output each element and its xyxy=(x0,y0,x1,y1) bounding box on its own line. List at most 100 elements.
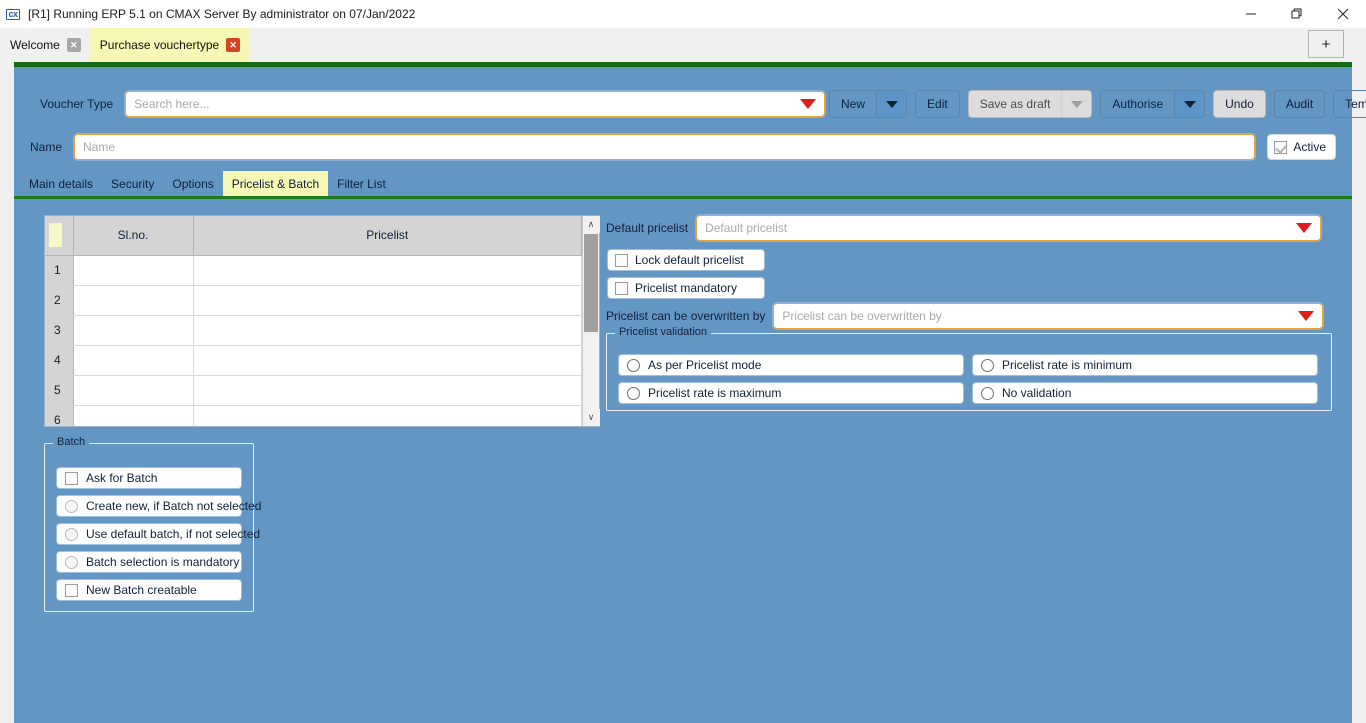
batch-group: Batch Ask for Batch Create new, if Batch… xyxy=(44,436,261,612)
voucher-type-combo[interactable]: Search here... xyxy=(125,91,826,117)
scroll-up-icon[interactable]: ∧ xyxy=(582,216,600,233)
row-number: 1 xyxy=(45,255,74,286)
tab-filter-list[interactable]: Filter List xyxy=(328,171,395,197)
pricelist-overwritten-label: Pricelist can be overwritten by xyxy=(606,309,766,323)
cell-slno[interactable] xyxy=(73,285,194,316)
cell-pricelist[interactable] xyxy=(193,405,582,426)
cell-pricelist[interactable] xyxy=(193,285,582,316)
cell-slno[interactable] xyxy=(73,375,194,406)
name-input[interactable]: Name xyxy=(74,134,1256,160)
radio-icon[interactable] xyxy=(65,555,78,569)
chevron-down-icon[interactable] xyxy=(1296,223,1313,233)
radio-icon[interactable] xyxy=(65,499,78,513)
column-header-pricelist[interactable]: Pricelist xyxy=(193,216,582,256)
checkbox-icon[interactable] xyxy=(65,583,78,597)
cell-slno[interactable] xyxy=(73,405,194,426)
grid-corner-marker xyxy=(49,223,62,248)
radio-batch-selection-is-mandatory[interactable]: Batch selection is mandatory xyxy=(56,551,242,573)
radio-pricelist-rate-is-minimum[interactable]: Pricelist rate is minimum xyxy=(972,354,1318,376)
minimize-icon[interactable] xyxy=(1228,0,1274,28)
authorise-button-label: Authorise xyxy=(1112,97,1164,111)
pricelist-overwritten-combo[interactable]: Pricelist can be overwritten by xyxy=(773,303,1324,329)
default-pricelist-placeholder: Default pricelist xyxy=(705,221,788,235)
save-as-draft-button[interactable]: Save as draft xyxy=(967,90,1093,118)
cell-slno[interactable] xyxy=(73,255,194,286)
pricelist-mandatory-checkbox[interactable]: Pricelist mandatory xyxy=(607,277,765,299)
cell-slno[interactable] xyxy=(73,345,194,376)
checkbox-icon[interactable] xyxy=(615,281,628,295)
checkbox-icon[interactable] xyxy=(65,471,78,485)
lock-default-pricelist-checkbox[interactable]: Lock default pricelist xyxy=(607,249,765,271)
radio-icon[interactable] xyxy=(627,386,640,400)
undo-button[interactable]: Undo xyxy=(1213,90,1266,118)
active-checkbox-label: Active xyxy=(1293,140,1326,154)
grid-vertical-scrollbar[interactable]: ∧ ∨ xyxy=(582,216,600,426)
title-bar: cx [R1] Running ERP 5.1 on CMAX Server B… xyxy=(0,0,1366,28)
checkbox-icon[interactable] xyxy=(1274,140,1288,154)
row-number: 4 xyxy=(45,345,74,376)
tab-underline xyxy=(14,196,1352,199)
section-tab-strip: Main details Security Options Pricelist … xyxy=(20,171,395,197)
template-button[interactable]: Template xyxy=(1333,90,1366,118)
chevron-down-icon xyxy=(1183,100,1196,108)
authorise-dropdown-toggle[interactable] xyxy=(1174,91,1205,117)
radio-icon[interactable] xyxy=(981,358,994,372)
cell-pricelist[interactable] xyxy=(193,315,582,346)
new-button-label: New xyxy=(841,97,866,111)
document-tab-purchase-vouchertype[interactable]: Purchase vouchertype ✕ xyxy=(89,28,250,62)
app-logo-icon: cx xyxy=(0,0,26,28)
close-icon[interactable]: ✕ xyxy=(226,38,241,52)
radio-as-per-pricelist-mode[interactable]: As per Pricelist mode xyxy=(618,354,964,376)
default-pricelist-combo[interactable]: Default pricelist xyxy=(696,215,1322,241)
edit-button-label: Edit xyxy=(927,97,948,111)
new-button[interactable]: New xyxy=(829,90,908,118)
radio-no-validation[interactable]: No validation xyxy=(972,382,1318,404)
tab-options[interactable]: Options xyxy=(163,171,222,197)
close-icon[interactable] xyxy=(1320,0,1366,28)
scroll-down-icon[interactable]: ∨ xyxy=(582,409,600,426)
close-icon[interactable]: ✕ xyxy=(66,38,81,52)
radio-icon[interactable] xyxy=(65,527,78,541)
edit-button[interactable]: Edit xyxy=(915,90,960,118)
tab-security[interactable]: Security xyxy=(102,171,163,197)
cell-pricelist[interactable] xyxy=(193,345,582,376)
column-header-slno[interactable]: Sl.no. xyxy=(73,216,194,256)
radio-use-default-batch-if-not-selected[interactable]: Use default batch, if not selected xyxy=(56,523,260,545)
authorise-button[interactable]: Authorise xyxy=(1100,90,1206,118)
cell-slno[interactable] xyxy=(73,315,194,346)
document-tab-strip: Welcome ✕ Purchase vouchertype ✕ + xyxy=(0,28,1366,62)
audit-button[interactable]: Audit xyxy=(1273,90,1326,118)
save-as-draft-dropdown-toggle[interactable] xyxy=(1061,91,1092,117)
table-row[interactable]: 5 xyxy=(45,375,582,406)
scrollbar-thumb[interactable] xyxy=(584,234,598,332)
window-title: [R1] Running ERP 5.1 on CMAX Server By a… xyxy=(28,7,416,21)
cell-pricelist[interactable] xyxy=(193,255,582,286)
radio-icon[interactable] xyxy=(627,358,640,372)
table-row[interactable]: 4 xyxy=(45,345,582,376)
grid-corner-cell[interactable] xyxy=(45,216,74,256)
radio-pricelist-rate-is-maximum[interactable]: Pricelist rate is maximum xyxy=(618,382,964,404)
chevron-down-icon[interactable] xyxy=(1298,311,1315,321)
table-row[interactable]: 3 xyxy=(45,315,582,346)
new-dropdown-toggle[interactable] xyxy=(876,91,907,117)
radio-create-new-if-batch-not-selected[interactable]: Create new, if Batch not selected xyxy=(56,495,261,517)
document-tab-welcome[interactable]: Welcome ✕ xyxy=(0,28,90,62)
voucher-type-row: Voucher Type Search here... xyxy=(40,91,826,117)
chevron-down-icon[interactable] xyxy=(800,99,817,109)
cell-pricelist[interactable] xyxy=(193,375,582,406)
table-row[interactable]: 2 xyxy=(45,285,582,316)
table-row[interactable]: 6 xyxy=(45,405,582,426)
pricelist-validation-legend: Pricelist validation xyxy=(615,326,712,338)
table-row[interactable]: 1 xyxy=(45,255,582,286)
tab-pricelist-and-batch[interactable]: Pricelist & Batch xyxy=(222,171,329,197)
radio-label: Batch selection is mandatory xyxy=(86,555,240,569)
maximize-restore-icon[interactable] xyxy=(1274,0,1320,28)
new-tab-button[interactable]: + xyxy=(1308,30,1344,58)
pricelist-validation-group: Pricelist validation As per Pricelist mo… xyxy=(606,326,1332,411)
active-checkbox[interactable]: Active xyxy=(1267,134,1336,160)
radio-icon[interactable] xyxy=(981,386,994,400)
checkbox-icon[interactable] xyxy=(615,253,628,267)
checkbox-ask-for-batch[interactable]: Ask for Batch xyxy=(56,467,242,489)
tab-main-details[interactable]: Main details xyxy=(20,171,102,197)
checkbox-new-batch-creatable[interactable]: New Batch creatable xyxy=(56,579,242,601)
